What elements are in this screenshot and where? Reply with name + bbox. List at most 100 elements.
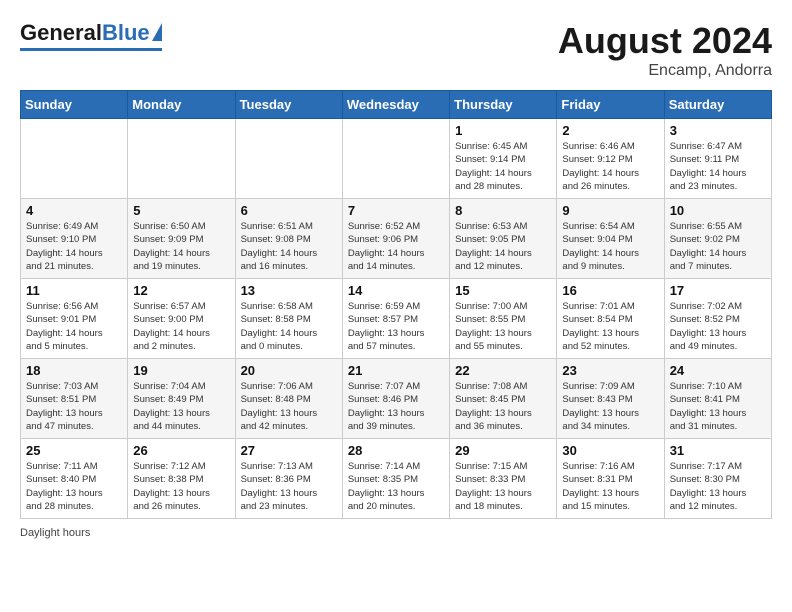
- day-info: Sunrise: 7:11 AM Sunset: 8:40 PM Dayligh…: [26, 460, 122, 513]
- calendar-cell: 17Sunrise: 7:02 AM Sunset: 8:52 PM Dayli…: [664, 279, 771, 359]
- calendar-cell: 13Sunrise: 6:58 AM Sunset: 8:58 PM Dayli…: [235, 279, 342, 359]
- day-info: Sunrise: 7:06 AM Sunset: 8:48 PM Dayligh…: [241, 380, 337, 433]
- day-info: Sunrise: 6:45 AM Sunset: 9:14 PM Dayligh…: [455, 140, 551, 193]
- day-info: Sunrise: 6:55 AM Sunset: 9:02 PM Dayligh…: [670, 220, 766, 273]
- day-number: 5: [133, 203, 229, 218]
- col-header-wednesday: Wednesday: [342, 91, 449, 119]
- col-header-friday: Friday: [557, 91, 664, 119]
- calendar-cell: 21Sunrise: 7:07 AM Sunset: 8:46 PM Dayli…: [342, 359, 449, 439]
- day-number: 16: [562, 283, 658, 298]
- calendar-cell: [21, 119, 128, 199]
- col-header-tuesday: Tuesday: [235, 91, 342, 119]
- calendar-cell: 6 Sunrise: 6:51 AM Sunset: 9:08 PM Daylig…: [235, 199, 342, 279]
- week-row-2: 4 Sunrise: 6:49 AM Sunset: 9:10 PM Daylig…: [21, 199, 772, 279]
- day-number: 3: [670, 123, 766, 138]
- day-info: Sunrise: 7:08 AM Sunset: 8:45 PM Dayligh…: [455, 380, 551, 433]
- day-number: 23: [562, 363, 658, 378]
- col-header-thursday: Thursday: [450, 91, 557, 119]
- location-subtitle: Encamp, Andorra: [558, 62, 772, 80]
- calendar-cell: [235, 119, 342, 199]
- calendar-cell: 19 Sunrise: 7:04 AM Sunset: 8:49 PM Dayli…: [128, 359, 235, 439]
- day-number: 9: [562, 203, 658, 218]
- calendar-cell: 14 Sunrise: 6:59 AM Sunset: 8:57 PM Dayli…: [342, 279, 449, 359]
- calendar-cell: 7 Sunrise: 6:52 AM Sunset: 9:06 PM Daylig…: [342, 199, 449, 279]
- day-number: 31: [670, 443, 766, 458]
- week-row-4: 18 Sunrise: 7:03 AM Sunset: 8:51 PM Dayli…: [21, 359, 772, 439]
- day-info: Sunrise: 7:03 AM Sunset: 8:51 PM Dayligh…: [26, 380, 122, 433]
- day-number: 18: [26, 363, 122, 378]
- day-number: 30: [562, 443, 658, 458]
- day-info: Sunrise: 7:13 AM Sunset: 8:36 PM Dayligh…: [241, 460, 337, 513]
- calendar-cell: 4 Sunrise: 6:49 AM Sunset: 9:10 PM Daylig…: [21, 199, 128, 279]
- day-info: Sunrise: 7:01 AM Sunset: 8:54 PM Dayligh…: [562, 300, 658, 353]
- calendar-cell: 9 Sunrise: 6:54 AM Sunset: 9:04 PM Daylig…: [557, 199, 664, 279]
- day-info: Sunrise: 6:54 AM Sunset: 9:04 PM Dayligh…: [562, 220, 658, 273]
- day-number: 29: [455, 443, 551, 458]
- calendar-cell: 11Sunrise: 6:56 AM Sunset: 9:01 PM Dayli…: [21, 279, 128, 359]
- calendar-table: SundayMondayTuesdayWednesdayThursdayFrid…: [20, 90, 772, 519]
- calendar-cell: [342, 119, 449, 199]
- calendar-cell: 5 Sunrise: 6:50 AM Sunset: 9:09 PM Daylig…: [128, 199, 235, 279]
- day-number: 27: [241, 443, 337, 458]
- logo-general: General: [20, 20, 102, 46]
- title-block: August 2024 Encamp, Andorra: [558, 20, 772, 80]
- calendar-cell: 18 Sunrise: 7:03 AM Sunset: 8:51 PM Dayli…: [21, 359, 128, 439]
- week-row-3: 11Sunrise: 6:56 AM Sunset: 9:01 PM Dayli…: [21, 279, 772, 359]
- day-number: 19: [133, 363, 229, 378]
- day-number: 26: [133, 443, 229, 458]
- day-info: Sunrise: 7:04 AM Sunset: 8:49 PM Dayligh…: [133, 380, 229, 433]
- calendar-cell: 20 Sunrise: 7:06 AM Sunset: 8:48 PM Dayli…: [235, 359, 342, 439]
- day-number: 1: [455, 123, 551, 138]
- day-number: 20: [241, 363, 337, 378]
- logo-underline: [20, 48, 162, 51]
- day-number: 11: [26, 283, 122, 298]
- day-number: 13: [241, 283, 337, 298]
- day-number: 10: [670, 203, 766, 218]
- calendar-cell: 29 Sunrise: 7:15 AM Sunset: 8:33 PM Dayli…: [450, 439, 557, 519]
- day-info: Sunrise: 6:50 AM Sunset: 9:09 PM Dayligh…: [133, 220, 229, 273]
- day-info: Sunrise: 6:52 AM Sunset: 9:06 PM Dayligh…: [348, 220, 444, 273]
- day-info: Sunrise: 7:16 AM Sunset: 8:31 PM Dayligh…: [562, 460, 658, 513]
- footer: Daylight hours: [20, 527, 772, 539]
- day-number: 12: [133, 283, 229, 298]
- day-info: Sunrise: 6:49 AM Sunset: 9:10 PM Dayligh…: [26, 220, 122, 273]
- day-number: 6: [241, 203, 337, 218]
- calendar-cell: 25 Sunrise: 7:11 AM Sunset: 8:40 PM Dayli…: [21, 439, 128, 519]
- calendar-cell: 27 Sunrise: 7:13 AM Sunset: 8:36 PM Dayli…: [235, 439, 342, 519]
- day-number: 17: [670, 283, 766, 298]
- day-info: Sunrise: 7:14 AM Sunset: 8:35 PM Dayligh…: [348, 460, 444, 513]
- day-number: 4: [26, 203, 122, 218]
- calendar-cell: 31Sunrise: 7:17 AM Sunset: 8:30 PM Dayli…: [664, 439, 771, 519]
- calendar-cell: 12 Sunrise: 6:57 AM Sunset: 9:00 PM Dayli…: [128, 279, 235, 359]
- calendar-cell: 24 Sunrise: 7:10 AM Sunset: 8:41 PM Dayli…: [664, 359, 771, 439]
- calendar-cell: 15 Sunrise: 7:00 AM Sunset: 8:55 PM Dayli…: [450, 279, 557, 359]
- day-number: 15: [455, 283, 551, 298]
- col-header-sunday: Sunday: [21, 91, 128, 119]
- day-info: Sunrise: 6:53 AM Sunset: 9:05 PM Dayligh…: [455, 220, 551, 273]
- day-number: 21: [348, 363, 444, 378]
- day-number: 22: [455, 363, 551, 378]
- day-number: 2: [562, 123, 658, 138]
- day-info: Sunrise: 6:59 AM Sunset: 8:57 PM Dayligh…: [348, 300, 444, 353]
- calendar-cell: 28Sunrise: 7:14 AM Sunset: 8:35 PM Dayli…: [342, 439, 449, 519]
- page-header: General Blue August 2024 Encamp, Andorra: [20, 20, 772, 80]
- day-info: Sunrise: 7:00 AM Sunset: 8:55 PM Dayligh…: [455, 300, 551, 353]
- header-row: SundayMondayTuesdayWednesdayThursdayFrid…: [21, 91, 772, 119]
- logo: General Blue: [20, 20, 162, 51]
- day-number: 24: [670, 363, 766, 378]
- calendar-cell: [128, 119, 235, 199]
- month-year-title: August 2024: [558, 20, 772, 62]
- calendar-cell: 2Sunrise: 6:46 AM Sunset: 9:12 PM Daylig…: [557, 119, 664, 199]
- day-info: Sunrise: 7:15 AM Sunset: 8:33 PM Dayligh…: [455, 460, 551, 513]
- day-info: Sunrise: 7:09 AM Sunset: 8:43 PM Dayligh…: [562, 380, 658, 433]
- day-info: Sunrise: 7:10 AM Sunset: 8:41 PM Dayligh…: [670, 380, 766, 433]
- day-number: 7: [348, 203, 444, 218]
- day-info: Sunrise: 6:57 AM Sunset: 9:00 PM Dayligh…: [133, 300, 229, 353]
- day-number: 14: [348, 283, 444, 298]
- day-info: Sunrise: 6:51 AM Sunset: 9:08 PM Dayligh…: [241, 220, 337, 273]
- calendar-cell: 22 Sunrise: 7:08 AM Sunset: 8:45 PM Dayli…: [450, 359, 557, 439]
- week-row-5: 25 Sunrise: 7:11 AM Sunset: 8:40 PM Dayli…: [21, 439, 772, 519]
- calendar-cell: 16 Sunrise: 7:01 AM Sunset: 8:54 PM Dayli…: [557, 279, 664, 359]
- day-number: 25: [26, 443, 122, 458]
- week-row-1: 1 Sunrise: 6:45 AM Sunset: 9:14 PM Daylig…: [21, 119, 772, 199]
